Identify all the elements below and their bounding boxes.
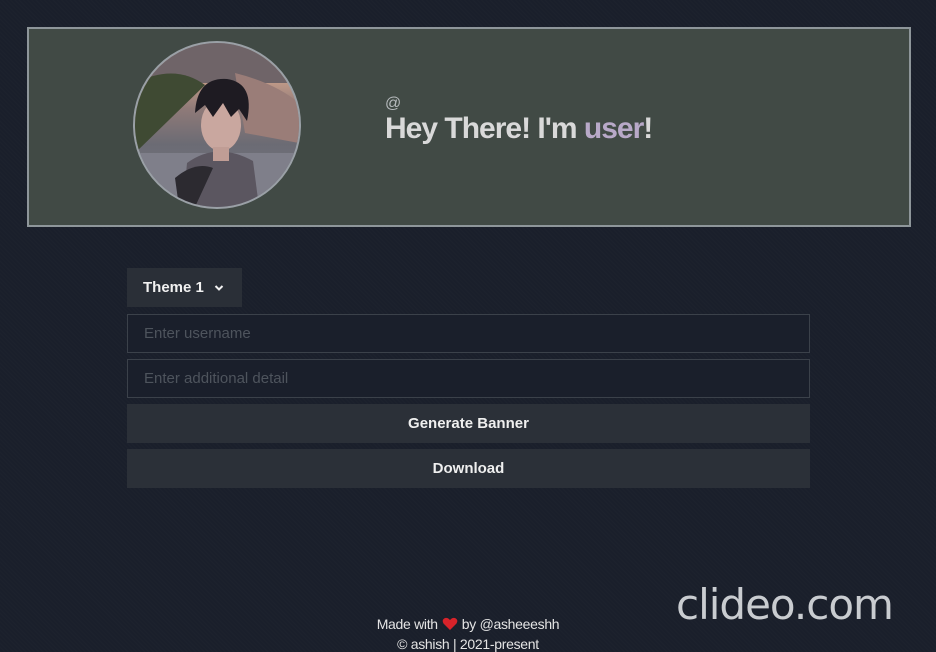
download-button[interactable]: Download — [127, 449, 810, 488]
username-input[interactable] — [128, 315, 809, 352]
footer: Made with by @asheeeshh © ashish | 2021-p… — [0, 614, 936, 652]
author-link[interactable]: by @asheeeshh — [462, 616, 560, 632]
banner-text: @ Hey There! I'm user! — [385, 95, 653, 145]
theme-select-value: Theme 1 — [143, 279, 204, 296]
footer-made-with: Made with by @asheeeshh — [0, 614, 936, 634]
made-with-text: Made with — [376, 616, 438, 632]
footer-copyright: © ashish | 2021-present — [397, 636, 539, 652]
banner-form: Theme 1 Generate Banner Download — [127, 268, 810, 488]
detail-input[interactable] — [128, 360, 809, 397]
banner-headline: Hey There! I'm user! — [385, 112, 653, 145]
detail-field — [127, 359, 810, 398]
theme-select[interactable]: Theme 1 — [127, 268, 242, 307]
username-field — [127, 314, 810, 353]
avatar — [133, 41, 301, 209]
username-text: user — [583, 112, 644, 145]
heart-icon — [442, 617, 458, 630]
generate-banner-button[interactable]: Generate Banner — [127, 404, 810, 443]
exclaim-text: ! — [643, 112, 653, 145]
banner-preview: @ Hey There! I'm user! — [27, 27, 911, 227]
greeting-text: Hey There! I'm — [385, 112, 578, 145]
chevron-down-icon — [214, 284, 224, 291]
handle-at-sign: @ — [385, 95, 402, 112]
